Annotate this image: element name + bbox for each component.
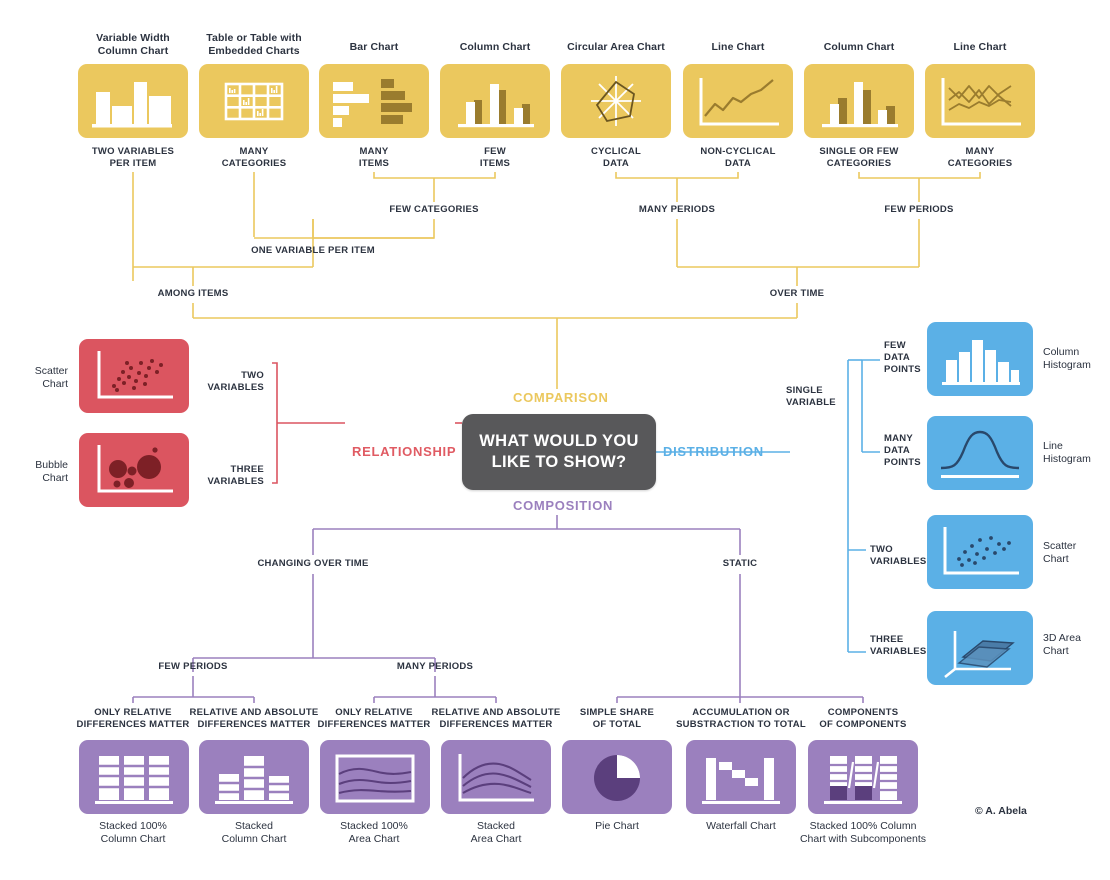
thumbnail-stacked-area-chart[interactable] (441, 740, 551, 814)
condition-many-categories-table: MANY CATEGORIES (221, 146, 287, 169)
hub-line-1: WHAT WOULD YOU (479, 432, 639, 450)
label-changing-over-time: CHANGING OVER TIME (257, 558, 369, 569)
chart-name-stacked-column-chart: Stacked Column Chart (221, 820, 287, 845)
label-many-periods-composition: MANY PERIODS (396, 661, 474, 672)
condition-two-variables-relationship: TWO VARIABLES (207, 370, 264, 393)
chart-name-3d-area-chart: 3D Area Chart (1043, 632, 1081, 657)
label-over-time: OVER TIME (769, 288, 825, 299)
chart-title-variable-width-column: Variable Width Column Chart (96, 32, 170, 57)
thumbnail-pie-chart[interactable] (562, 740, 672, 814)
label-single-variable: SINGLE VARIABLE (786, 385, 836, 408)
thumbnail-column-chart-few-items[interactable] (440, 64, 550, 138)
branch-label-composition: COMPOSITION (513, 498, 614, 513)
chart-name-column-histogram: Column Histogram (1043, 346, 1091, 371)
label-few-periods-comparison: FEW PERIODS (884, 204, 954, 215)
condition-non-cyclical-data: NON-CYCLICAL DATA (700, 146, 776, 169)
condition-single-or-few-categories: SINGLE OR FEW CATEGORIES (819, 146, 899, 169)
chart-name-stacked-100-area-chart: Stacked 100% Area Chart (340, 820, 408, 845)
chart-name-stacked-100-column-chart-with-subcomponents: Stacked 100% Column Chart with Subcompon… (799, 820, 927, 845)
thumbnail-waterfall-chart[interactable] (686, 740, 796, 814)
chart-name-scatter-chart-distribution: Scatter Chart (1043, 540, 1077, 565)
label-few-periods-composition: FEW PERIODS (158, 661, 228, 672)
thumbnail-stacked-100-column-chart-with-subcomponents[interactable] (808, 740, 918, 814)
chart-title-column-chart-few-items: Column Chart (459, 41, 531, 53)
branch-label-comparison: COMPARISON (513, 390, 609, 405)
chart-title-line-chart-many-categories: Line Chart (953, 41, 1007, 53)
thumbnail-bar-chart[interactable] (319, 64, 429, 138)
condition-three-variables-relationship: THREE VARIABLES (207, 464, 264, 487)
chart-name-pie-chart: Pie Chart (595, 820, 639, 832)
label-among-items: AMONG ITEMS (157, 288, 229, 299)
condition-cyclical-data: CYCLICAL DATA (590, 146, 642, 169)
condition-only-relative-many-periods: ONLY RELATIVE DIFFERENCES MATTER (317, 707, 431, 730)
condition-relative-absolute-many-periods: RELATIVE AND ABSOLUTE DIFFERENCES MATTER (431, 707, 561, 730)
chart-title-bar-chart: Bar Chart (349, 41, 399, 53)
chart-name-stacked-area-chart: Stacked Area Chart (470, 820, 522, 845)
condition-accumulation-or-substraction: ACCUMULATION OR SUBSTRACTION TO TOTAL (676, 707, 806, 730)
thumbnail-stacked-column-chart[interactable] (199, 740, 309, 814)
label-many-periods-comparison: MANY PERIODS (638, 204, 716, 215)
chart-title-circular-area-chart: Circular Area Chart (567, 41, 665, 53)
thumbnail-scatter-chart-relationship[interactable] (79, 339, 189, 413)
label-one-variable-per-item: ONE VARIABLE PER ITEM (251, 245, 375, 256)
chart-title-line-chart-non-cyclical: Line Chart (711, 41, 765, 53)
condition-two-variables-per-item: TWO VARIABLES PER ITEM (91, 146, 175, 169)
chart-title-table-embedded: Table or Table with Embedded Charts (206, 32, 302, 57)
condition-components-of-components: COMPONENTS OF COMPONENTS (819, 707, 907, 730)
condition-simple-share-of-total: SIMPLE SHARE OF TOTAL (579, 707, 655, 730)
thumbnail-scatter-chart-distribution[interactable] (927, 515, 1033, 589)
hub-line-2: LIKE TO SHOW? (491, 453, 627, 471)
thumbnail-column-chart-single-or-few-categories[interactable] (804, 64, 914, 138)
thumbnail-3d-area-chart[interactable] (927, 611, 1033, 685)
condition-only-relative-few-periods: ONLY RELATIVE DIFFERENCES MATTER (76, 707, 190, 730)
condition-few-items: FEW ITEMS (479, 146, 511, 169)
thumbnail-line-chart-many-categories[interactable] (925, 64, 1035, 138)
chart-title-column-chart-few-categories: Column Chart (823, 41, 895, 53)
condition-relative-absolute-few-periods: RELATIVE AND ABSOLUTE DIFFERENCES MATTER (189, 707, 319, 730)
branch-label-relationship: RELATIONSHIP (352, 444, 457, 459)
thumbnail-line-chart-non-cyclical[interactable] (683, 64, 793, 138)
label-static: STATIC (722, 558, 758, 569)
thumbnail-variable-width-column-chart[interactable] (78, 64, 188, 138)
thumbnail-stacked-100-area-chart[interactable] (320, 740, 430, 814)
chart-name-line-histogram: Line Histogram (1043, 440, 1091, 465)
condition-many-items: MANY ITEMS (358, 146, 390, 169)
chart-name-scatter-chart-relationship: Scatter Chart (34, 365, 68, 390)
thumbnail-circular-area-chart[interactable] (561, 64, 671, 138)
thumbnail-bubble-chart[interactable] (79, 433, 189, 507)
center-hub: WHAT WOULD YOU LIKE TO SHOW? (462, 414, 656, 490)
branch-label-distribution: DISTRIBUTION (663, 444, 764, 459)
label-few-categories: FEW CATEGORIES (389, 204, 479, 215)
chart-chooser-diagram: WHAT WOULD YOU LIKE TO SHOW? COMPARISON R… (0, 0, 1110, 880)
thumbnail-column-histogram[interactable] (927, 322, 1033, 396)
hub-text: WHAT WOULD YOU LIKE TO SHOW? (479, 431, 638, 473)
thumbnail-stacked-100-column-chart[interactable] (79, 740, 189, 814)
copyright-credit: © A. Abela (975, 805, 1027, 817)
thumbnail-table-with-embedded-charts[interactable] (199, 64, 309, 138)
thumbnail-line-histogram[interactable] (927, 416, 1033, 490)
chart-name-bubble-chart: Bubble Chart (35, 459, 68, 484)
chart-name-stacked-100-column-chart: Stacked 100% Column Chart (99, 820, 167, 845)
condition-many-categories-lines: MANY CATEGORIES (947, 146, 1013, 169)
